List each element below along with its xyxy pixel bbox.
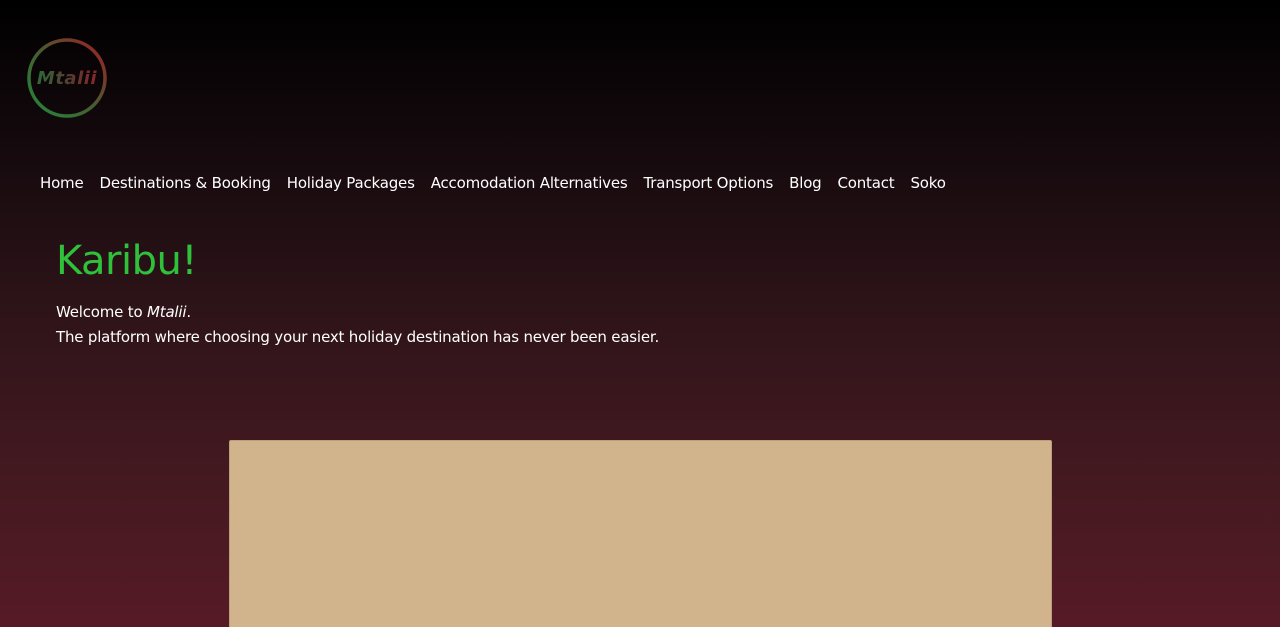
nav-soko[interactable]: Soko xyxy=(910,174,945,192)
welcome-prefix: Welcome to xyxy=(56,303,148,321)
site-logo[interactable]: Mtalii xyxy=(26,37,108,119)
nav-contact[interactable]: Contact xyxy=(838,174,895,192)
hero-title: Karibu! xyxy=(56,238,197,284)
welcome-brand: Mtalii xyxy=(147,303,187,321)
nav-holiday-packages[interactable]: Holiday Packages xyxy=(287,174,415,192)
nav-destinations-booking[interactable]: Destinations & Booking xyxy=(100,174,271,192)
welcome-text: Welcome to Mtalii. xyxy=(56,303,191,321)
content-panel xyxy=(229,440,1052,627)
welcome-suffix: . xyxy=(186,303,191,321)
main-nav: Home Destinations & Booking Holiday Pack… xyxy=(40,172,962,194)
nav-accomodation-alternatives[interactable]: Accomodation Alternatives xyxy=(431,174,628,192)
tagline-text: The platform where choosing your next ho… xyxy=(56,328,660,346)
logo-text: Mtalii xyxy=(26,37,108,119)
nav-home[interactable]: Home xyxy=(40,174,84,192)
nav-blog[interactable]: Blog xyxy=(789,174,822,192)
nav-transport-options[interactable]: Transport Options xyxy=(644,174,774,192)
